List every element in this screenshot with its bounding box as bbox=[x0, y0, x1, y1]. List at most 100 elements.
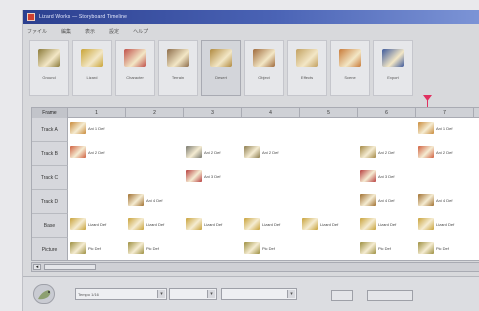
timeline-cell[interactable]: Ani 2 Def bbox=[244, 146, 278, 158]
row-header[interactable]: Picture bbox=[32, 238, 68, 260]
menu-edit[interactable]: 編集 bbox=[61, 28, 71, 35]
clip-label: Lizard Def bbox=[320, 221, 339, 227]
toolbar-button-ground[interactable]: Ground bbox=[29, 40, 69, 96]
row-header[interactable]: Track C bbox=[32, 166, 68, 190]
terrain-icon bbox=[167, 49, 189, 67]
effects-icon bbox=[296, 49, 318, 67]
timeline-cell[interactable]: Ani 2 Def bbox=[70, 146, 104, 158]
clip-thumbnail bbox=[360, 242, 376, 254]
clip-label: Ani 4 Def bbox=[146, 197, 163, 203]
clip-label: Lizard Def bbox=[378, 221, 397, 227]
clip-label: Ani 1 Def bbox=[88, 125, 105, 131]
timeline-cell[interactable]: Ani 2 Def bbox=[418, 146, 452, 158]
status-panel: Tempo 1/16 ▾ ▾ ▾ bbox=[23, 276, 479, 311]
timeline-cell[interactable]: Pic Def bbox=[244, 242, 275, 254]
clip-label: Lizard Def bbox=[436, 221, 455, 227]
scroll-thumb[interactable] bbox=[44, 264, 96, 270]
ground-icon bbox=[38, 49, 60, 67]
timeline-cell[interactable]: Lizard Def bbox=[128, 218, 164, 230]
row-header[interactable]: Base bbox=[32, 214, 68, 238]
row-header[interactable]: Track B bbox=[32, 142, 68, 166]
timeline-cell[interactable]: Ani 2 Def bbox=[186, 146, 220, 158]
toolbar-button-export[interactable]: Export bbox=[373, 40, 413, 96]
ok-button[interactable] bbox=[367, 290, 413, 301]
dropdown-arrow-icon[interactable]: ▾ bbox=[157, 290, 165, 298]
timeline-cell[interactable]: Pic Def bbox=[360, 242, 391, 254]
menu-settings[interactable]: 設定 bbox=[109, 28, 119, 35]
timeline-cell[interactable]: Ani 4 Def bbox=[360, 194, 394, 206]
clip-label: Pic Def bbox=[88, 245, 101, 251]
toolbar-button-effects[interactable]: Effects bbox=[287, 40, 327, 96]
clip-thumbnail bbox=[418, 242, 434, 254]
frame-select[interactable]: ▾ bbox=[169, 288, 217, 300]
column-header[interactable]: 4 bbox=[242, 108, 300, 118]
toolbar-button-label: Desert bbox=[215, 75, 227, 80]
timeline-cell[interactable]: Ani 3 Def bbox=[360, 170, 394, 182]
clip-thumbnail bbox=[418, 194, 434, 206]
playhead-marker[interactable] bbox=[423, 95, 432, 107]
toolbar-button-desert[interactable]: Desert bbox=[201, 40, 241, 96]
scene-select-value: Tempo 1/16 bbox=[78, 292, 99, 297]
timeline-cell[interactable]: Ani 2 Def bbox=[360, 146, 394, 158]
toolbar-button-label: Effects bbox=[300, 75, 314, 80]
timeline-cell[interactable]: Pic Def bbox=[418, 242, 449, 254]
dropdown-arrow-icon[interactable]: ▾ bbox=[287, 290, 295, 298]
timeline-grid: 12345678 Frame Track ATrack BTrack CTrac… bbox=[31, 107, 479, 261]
column-header[interactable]: 5 bbox=[300, 108, 358, 118]
clip-label: Ani 2 Def bbox=[88, 149, 105, 155]
timeline-cell[interactable]: Lizard Def bbox=[244, 218, 280, 230]
timeline-cell[interactable]: Lizard Def bbox=[70, 218, 106, 230]
toolbar-button-terrain[interactable]: Terrain bbox=[158, 40, 198, 96]
toolbar-button-label: Character bbox=[126, 75, 144, 80]
timeline-cell[interactable]: Pic Def bbox=[128, 242, 159, 254]
clip-thumbnail bbox=[70, 242, 86, 254]
scene-select[interactable]: Tempo 1/16 ▾ bbox=[75, 288, 167, 300]
column-header-row: 12345678 bbox=[32, 108, 479, 118]
timeline-cell[interactable]: Lizard Def bbox=[418, 218, 454, 230]
timeline-cell[interactable]: Lizard Def bbox=[302, 218, 338, 230]
menu-help[interactable]: ヘルプ bbox=[133, 28, 148, 35]
toolbar-button-scene[interactable]: Scene bbox=[330, 40, 370, 96]
export-icon bbox=[382, 49, 404, 67]
lizard-tool-icon[interactable] bbox=[33, 284, 55, 304]
clip-thumbnail bbox=[128, 242, 144, 254]
toolbar-button-object[interactable]: Object bbox=[244, 40, 284, 96]
menu-view[interactable]: 表示 bbox=[85, 28, 95, 35]
timeline-cell[interactable]: Pic Def bbox=[70, 242, 101, 254]
toolbar-button-character[interactable]: Character bbox=[115, 40, 155, 96]
clip-thumbnail bbox=[418, 218, 434, 230]
apply-button[interactable] bbox=[331, 290, 353, 301]
column-header[interactable]: 7 bbox=[416, 108, 474, 118]
timeline-cell[interactable]: Ani 3 Def bbox=[186, 170, 220, 182]
toolbar-button-lizard[interactable]: Lizard bbox=[72, 40, 112, 96]
scroll-left-arrow-icon[interactable]: ◂ bbox=[33, 264, 41, 270]
timeline-cell[interactable]: Ani 4 Def bbox=[418, 194, 452, 206]
column-header[interactable]: 8 bbox=[474, 108, 479, 118]
row-header[interactable]: Track A bbox=[32, 118, 68, 142]
clip-thumbnail bbox=[302, 218, 318, 230]
horizontal-scrollbar[interactable]: ◂ bbox=[31, 262, 479, 272]
clip-thumbnail bbox=[360, 170, 376, 182]
timeline-cell[interactable]: Ani 1 Def bbox=[418, 122, 452, 134]
toolbar-button-label: Scene bbox=[344, 75, 356, 80]
clip-thumbnail bbox=[70, 146, 86, 158]
dropdown-arrow-icon[interactable]: ▾ bbox=[207, 290, 215, 298]
menu-file[interactable]: ファイル bbox=[27, 28, 47, 35]
clip-thumbnail bbox=[70, 218, 86, 230]
column-header[interactable]: 2 bbox=[126, 108, 184, 118]
timeline-cell[interactable]: Ani 1 Def bbox=[70, 122, 104, 134]
row-header[interactable]: Track D bbox=[32, 190, 68, 214]
title-bar[interactable]: Lizard Works — Storyboard Timeline bbox=[23, 10, 479, 24]
timeline-cell[interactable]: Lizard Def bbox=[360, 218, 396, 230]
clip-label: Ani 3 Def bbox=[204, 173, 221, 179]
clip-label: Lizard Def bbox=[262, 221, 281, 227]
window-title: Lizard Works — Storyboard Timeline bbox=[39, 14, 128, 20]
clip-thumbnail bbox=[186, 218, 202, 230]
clip-label: Ani 1 Def bbox=[436, 125, 453, 131]
column-header[interactable]: 3 bbox=[184, 108, 242, 118]
timeline-cell[interactable]: Ani 4 Def bbox=[128, 194, 162, 206]
timeline-cell[interactable]: Lizard Def bbox=[186, 218, 222, 230]
column-header[interactable]: 6 bbox=[358, 108, 416, 118]
track-select[interactable]: ▾ bbox=[221, 288, 297, 300]
column-header[interactable]: 1 bbox=[68, 108, 126, 118]
